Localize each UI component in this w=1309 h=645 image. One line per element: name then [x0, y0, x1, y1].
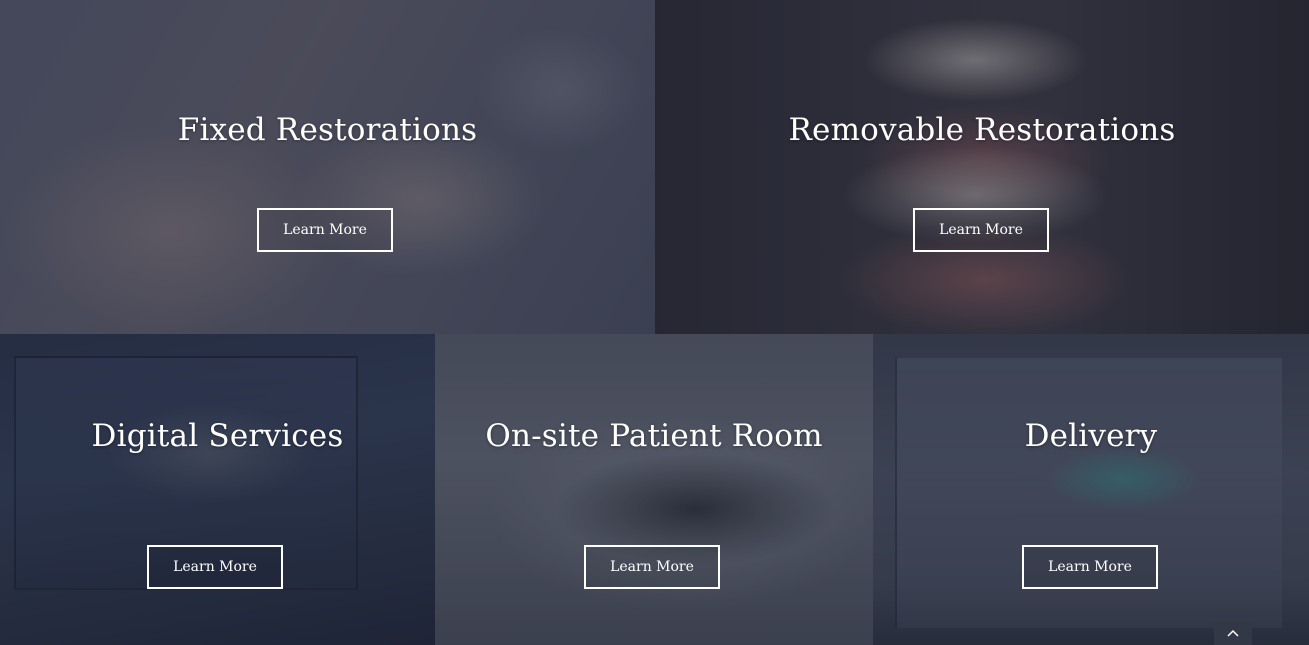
- learn-more-button-removable-restorations[interactable]: Learn More: [913, 208, 1049, 252]
- learn-more-button-on-site-patient-room[interactable]: Learn More: [584, 545, 720, 589]
- tile-overlay: [435, 334, 873, 645]
- tile-overlay: [0, 0, 655, 334]
- service-tile-digital-services: Digital Services Learn More: [0, 334, 435, 645]
- tile-overlay: [655, 0, 1309, 334]
- learn-more-button-digital-services[interactable]: Learn More: [147, 545, 283, 589]
- tile-overlay: [0, 334, 435, 645]
- service-tile-removable-restorations: Removable Restorations Learn More: [655, 0, 1309, 334]
- learn-more-button-delivery[interactable]: Learn More: [1022, 545, 1158, 589]
- scroll-to-top-button[interactable]: [1214, 621, 1252, 645]
- tile-title: Removable Restorations: [788, 112, 1176, 148]
- service-tile-delivery: Delivery Learn More: [873, 334, 1309, 645]
- tile-title: Fixed Restorations: [177, 112, 478, 148]
- tile-overlay: [873, 334, 1309, 645]
- chevron-up-icon: [1227, 629, 1239, 637]
- service-tile-fixed-restorations: Fixed Restorations Learn More: [0, 0, 655, 334]
- tile-title: Digital Services: [91, 418, 344, 454]
- learn-more-button-fixed-restorations[interactable]: Learn More: [257, 208, 393, 252]
- tile-title: On-site Patient Room: [485, 418, 823, 454]
- tile-title: Delivery: [1024, 418, 1158, 454]
- service-tile-on-site-patient-room: On-site Patient Room Learn More: [435, 334, 873, 645]
